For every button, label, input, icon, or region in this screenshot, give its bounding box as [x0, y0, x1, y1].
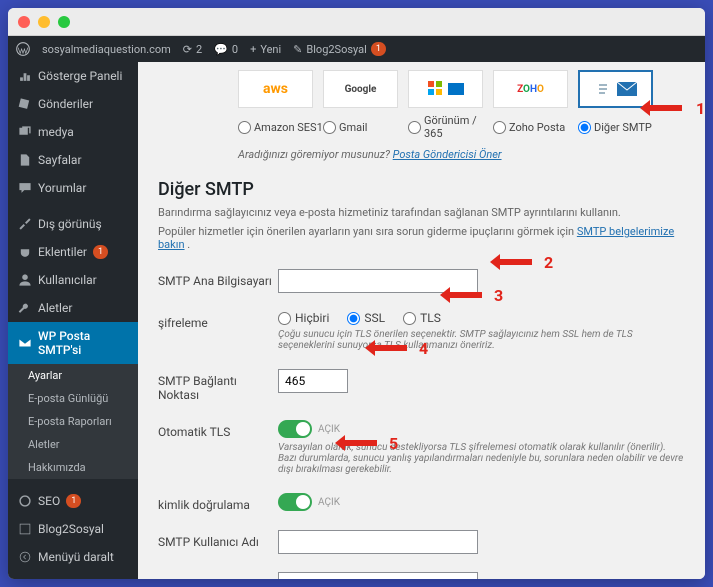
sidebar-sub-about[interactable]: Hakkımızda [8, 456, 138, 479]
section-title: Diğer SMTP [158, 179, 685, 200]
label-smtp-host: SMTP Ana Bilgisayarı [158, 269, 278, 288]
radio-outlook[interactable]: Görünüm / 365 [408, 114, 493, 140]
site-name[interactable]: sosyalmediaquestion.com [42, 43, 171, 56]
mac-titlebar [8, 8, 705, 36]
radio-amazon[interactable]: Amazon SES1 [238, 114, 323, 140]
radio-enc-tls[interactable]: TLS [403, 311, 441, 325]
sidebar-item-pages[interactable]: Sayfalar [8, 146, 138, 174]
label-smtp-pass: SMTP Şifresi [158, 572, 278, 579]
wp-logo[interactable] [16, 42, 30, 56]
toggle-auth-state: AÇIK [318, 497, 340, 508]
suggest-mailer-hint: Aradığınızı göremiyor musunuz? Posta Gön… [238, 148, 685, 161]
sidebar-sub-settings[interactable]: Ayarlar [8, 364, 138, 387]
blog2social[interactable]: ✎ Blog2Sosyal 1 [293, 42, 386, 56]
outlook-icon [426, 79, 466, 99]
autotls-desc: Varsayılan olarak, sunucu destekliyorsa … [278, 442, 685, 475]
sidebar-item-media[interactable]: medya [8, 118, 138, 146]
provider-other-smtp[interactable] [578, 70, 653, 108]
new-content[interactable]: + Yeni [250, 43, 281, 56]
provider-zoho[interactable]: ZOHO [493, 70, 568, 108]
sidebar-sub-emaillog[interactable]: E-posta Günlüğü [8, 387, 138, 410]
sidebar-item-posts[interactable]: Gönderiler [8, 90, 138, 118]
sidebar-item-dashboard[interactable]: Gösterge Paneli [8, 62, 138, 90]
maximize-window[interactable] [58, 16, 70, 28]
sidebar-item-plugins[interactable]: Eklentiler 1 [8, 238, 138, 266]
input-smtp-port[interactable] [278, 369, 348, 393]
provider-aws[interactable]: aws [238, 70, 313, 108]
suggest-mailer-link[interactable]: Posta Göndericisi Öner [393, 148, 502, 161]
label-smtp-user: SMTP Kullanıcı Adı [158, 530, 278, 549]
input-smtp-user[interactable] [278, 530, 478, 554]
admin-sidebar: Gösterge Paneli Gönderiler medya Sayfala… [8, 62, 138, 579]
label-smtp-port: SMTP Bağlantı Noktası [158, 369, 278, 402]
app-window: sosyalmediaquestion.com ⟳ 2 💬 0 + Yeni ✎… [8, 8, 705, 579]
sidebar-item-seo[interactable]: SEO 1 [8, 487, 138, 515]
radio-gmail[interactable]: Gmail [323, 114, 408, 140]
sidebar-item-wpmailsmtp[interactable]: WP Posta SMTP'si [8, 322, 138, 364]
section-desc-1: Barındırma sağlayıcınız veya e-posta hiz… [158, 206, 685, 219]
toggle-autotls[interactable] [278, 420, 312, 438]
mailer-radio-row: Amazon SES1 Gmail Görünüm / 365 Zoho Pos… [238, 114, 685, 140]
comments[interactable]: 💬 0 [214, 43, 238, 56]
mailer-providers: aws Google ZOHO [238, 70, 685, 108]
provider-outlook[interactable] [408, 70, 483, 108]
updates[interactable]: ⟳ 2 [183, 43, 202, 56]
radio-zoho[interactable]: Zoho Posta [493, 114, 578, 140]
wp-adminbar: sosyalmediaquestion.com ⟳ 2 💬 0 + Yeni ✎… [8, 36, 705, 62]
sidebar-collapse[interactable]: Menüyü daralt [8, 543, 138, 571]
sidebar-item-appearance[interactable]: Dış görünüş [8, 210, 138, 238]
label-autotls: Otomatik TLS [158, 420, 278, 439]
encryption-desc: Çoğu sunucu için TLS önerilen seçenektir… [278, 329, 685, 351]
toggle-auth[interactable] [278, 493, 312, 511]
sidebar-item-comments[interactable]: Yorumlar [8, 174, 138, 202]
minimize-window[interactable] [38, 16, 50, 28]
input-smtp-pass[interactable] [278, 572, 478, 579]
label-encryption: şifreleme [158, 311, 278, 330]
sidebar-sub-tools[interactable]: Aletler [8, 433, 138, 456]
sidebar-item-blog2social[interactable]: Blog2Sosyal [8, 515, 138, 543]
sidebar-sub-emailreports[interactable]: E-posta Raporları [8, 410, 138, 433]
sidebar-item-tools[interactable]: Aletler [8, 294, 138, 322]
encryption-options: Hiçbiri SSL TLS [278, 311, 685, 325]
close-window[interactable] [18, 16, 30, 28]
radio-other-smtp[interactable]: Diğer SMTP [578, 114, 663, 140]
section-desc-2: Popüler hizmetler için önerilen ayarları… [158, 225, 685, 251]
toggle-autotls-state: AÇIK [318, 424, 340, 435]
provider-google[interactable]: Google [323, 70, 398, 108]
envelope-icon [591, 79, 641, 99]
main-content: aws Google ZOHO Amazon SES1 Gmail Görünü… [138, 62, 705, 579]
label-auth: kimlik doğrulama [158, 493, 278, 512]
radio-enc-ssl[interactable]: SSL [347, 311, 385, 325]
input-smtp-host[interactable] [278, 269, 478, 293]
sidebar-item-users[interactable]: Kullanıcılar [8, 266, 138, 294]
radio-enc-none[interactable]: Hiçbiri [278, 311, 329, 325]
